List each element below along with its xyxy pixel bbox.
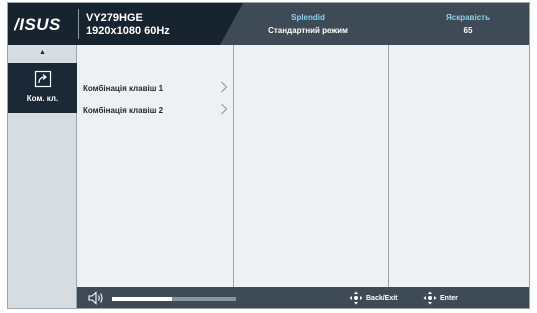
menu-item-shortcut-1[interactable]: Комбінація клавіш 1 xyxy=(83,81,228,97)
chevron-right-icon xyxy=(221,103,228,115)
brightness-value: 65 xyxy=(463,26,473,35)
enter-hint: Enter xyxy=(423,291,473,307)
osd-header: /ISUS VY279HGE 1920x1080 60Hz Splendid С… xyxy=(8,3,529,45)
monitor-osd: /ISUS VY279HGE 1920x1080 60Hz Splendid С… xyxy=(7,2,530,309)
chevron-right-icon xyxy=(221,81,228,93)
osd-footer: Back/Exit Enter xyxy=(8,287,529,308)
splendid-label: Splendid xyxy=(291,13,325,22)
model-name: VY279HGE xyxy=(86,12,143,24)
asus-logo: /ISUS xyxy=(14,15,61,34)
joystick-icon xyxy=(423,291,437,305)
menu-item-shortcut-2[interactable]: Комбінація клавіш 2 xyxy=(83,103,228,119)
back-exit-hint: Back/Exit xyxy=(349,291,419,307)
footer-sidebar-area xyxy=(8,287,77,308)
shortcut-arrow-icon xyxy=(34,70,52,88)
resolution-text: 1920x1080 60Hz xyxy=(86,25,170,37)
speaker-icon xyxy=(88,291,103,305)
volume-slider[interactable] xyxy=(112,297,236,301)
osd-sidebar: ▲ Ком. кл. xyxy=(8,45,77,287)
triangle-up-icon[interactable]: ▲ xyxy=(8,45,77,61)
menu-column-3 xyxy=(389,45,529,287)
brightness-status: Яскравість 65 xyxy=(418,13,518,35)
sidebar-item-label: Ком. кл. xyxy=(26,94,59,103)
menu-column-1: Комбінація клавіш 1 Комбінація клавіш 2 xyxy=(77,45,234,287)
logo-separator xyxy=(78,9,79,39)
splendid-value: Стандартний режим xyxy=(268,26,348,35)
joystick-icon xyxy=(349,291,363,305)
menu-item-label: Комбінація клавіш 2 xyxy=(83,106,164,115)
svg-text:/ISUS: /ISUS xyxy=(14,15,61,34)
back-exit-label: Back/Exit xyxy=(366,295,398,302)
volume-slider-fill xyxy=(112,297,172,301)
menu-column-2 xyxy=(234,45,389,287)
menu-item-label: Комбінація клавіш 1 xyxy=(83,84,164,93)
splendid-status: Splendid Стандартний режим xyxy=(248,13,368,35)
brightness-label: Яскравість xyxy=(446,13,490,22)
sidebar-item-shortcut[interactable]: Ком. кл. xyxy=(8,63,77,113)
enter-label: Enter xyxy=(440,295,458,302)
